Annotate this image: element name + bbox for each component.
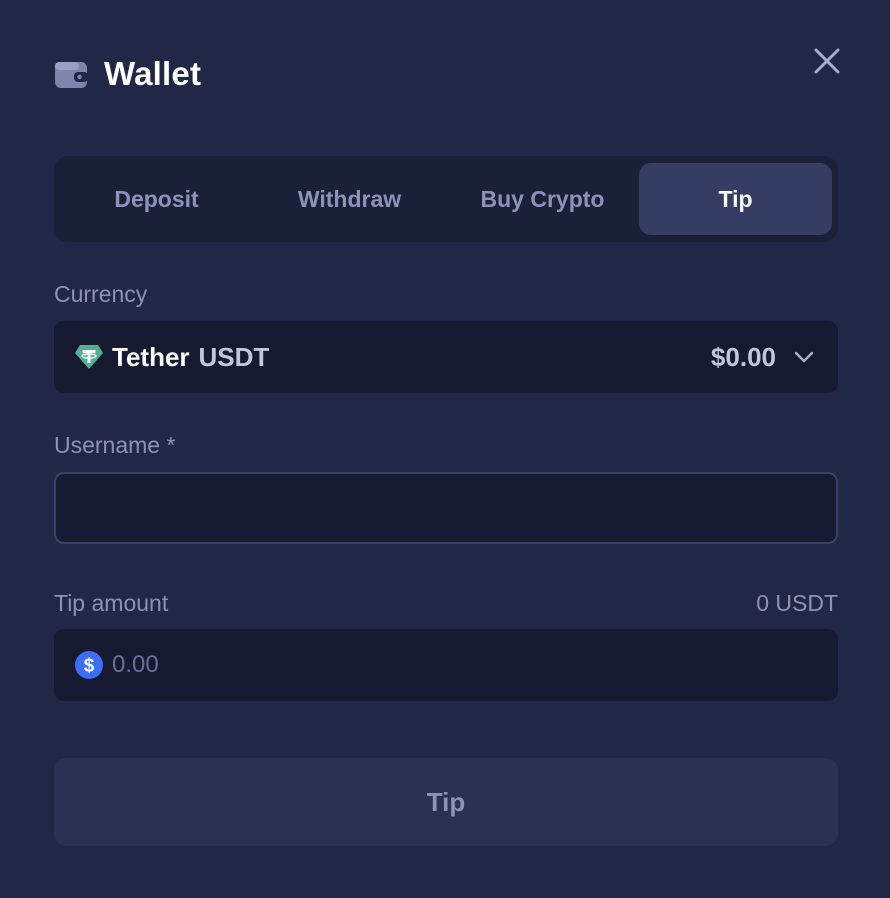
chevron-down-icon bbox=[794, 351, 814, 363]
tip-amount-label: Tip amount bbox=[54, 590, 169, 616]
close-icon bbox=[814, 48, 840, 74]
tab-withdraw[interactable]: Withdraw bbox=[253, 163, 446, 235]
tip-amount-input[interactable] bbox=[112, 651, 818, 679]
username-label: Username * bbox=[54, 432, 176, 458]
currency-name: Tether bbox=[112, 341, 190, 372]
close-button[interactable] bbox=[808, 42, 846, 80]
modal-header: Wallet bbox=[54, 52, 201, 96]
wallet-modal: Wallet Deposit Withdraw Buy Crypto Tip C… bbox=[0, 0, 890, 898]
tip-amount-field: $ bbox=[54, 629, 838, 701]
tip-amount-balance: 0 USDT bbox=[756, 590, 838, 616]
wallet-tabs: Deposit Withdraw Buy Crypto Tip bbox=[54, 156, 838, 242]
modal-title: Wallet bbox=[104, 55, 202, 92]
username-input[interactable] bbox=[54, 472, 838, 544]
tip-submit-button[interactable]: Tip bbox=[54, 758, 838, 846]
tab-tip[interactable]: Tip bbox=[639, 163, 832, 235]
currency-balance: $0.00 bbox=[710, 341, 776, 372]
svg-text:$: $ bbox=[84, 656, 95, 677]
currency-select[interactable]: Tether USDT $0.00 bbox=[54, 321, 838, 393]
currency-label: Currency bbox=[54, 281, 148, 307]
tether-icon bbox=[75, 345, 103, 369]
tab-deposit[interactable]: Deposit bbox=[60, 163, 253, 235]
dollar-coin-icon: $ bbox=[75, 651, 103, 679]
wallet-icon bbox=[55, 62, 88, 88]
tab-buy-crypto[interactable]: Buy Crypto bbox=[446, 163, 639, 235]
currency-code: USDT bbox=[198, 341, 270, 372]
